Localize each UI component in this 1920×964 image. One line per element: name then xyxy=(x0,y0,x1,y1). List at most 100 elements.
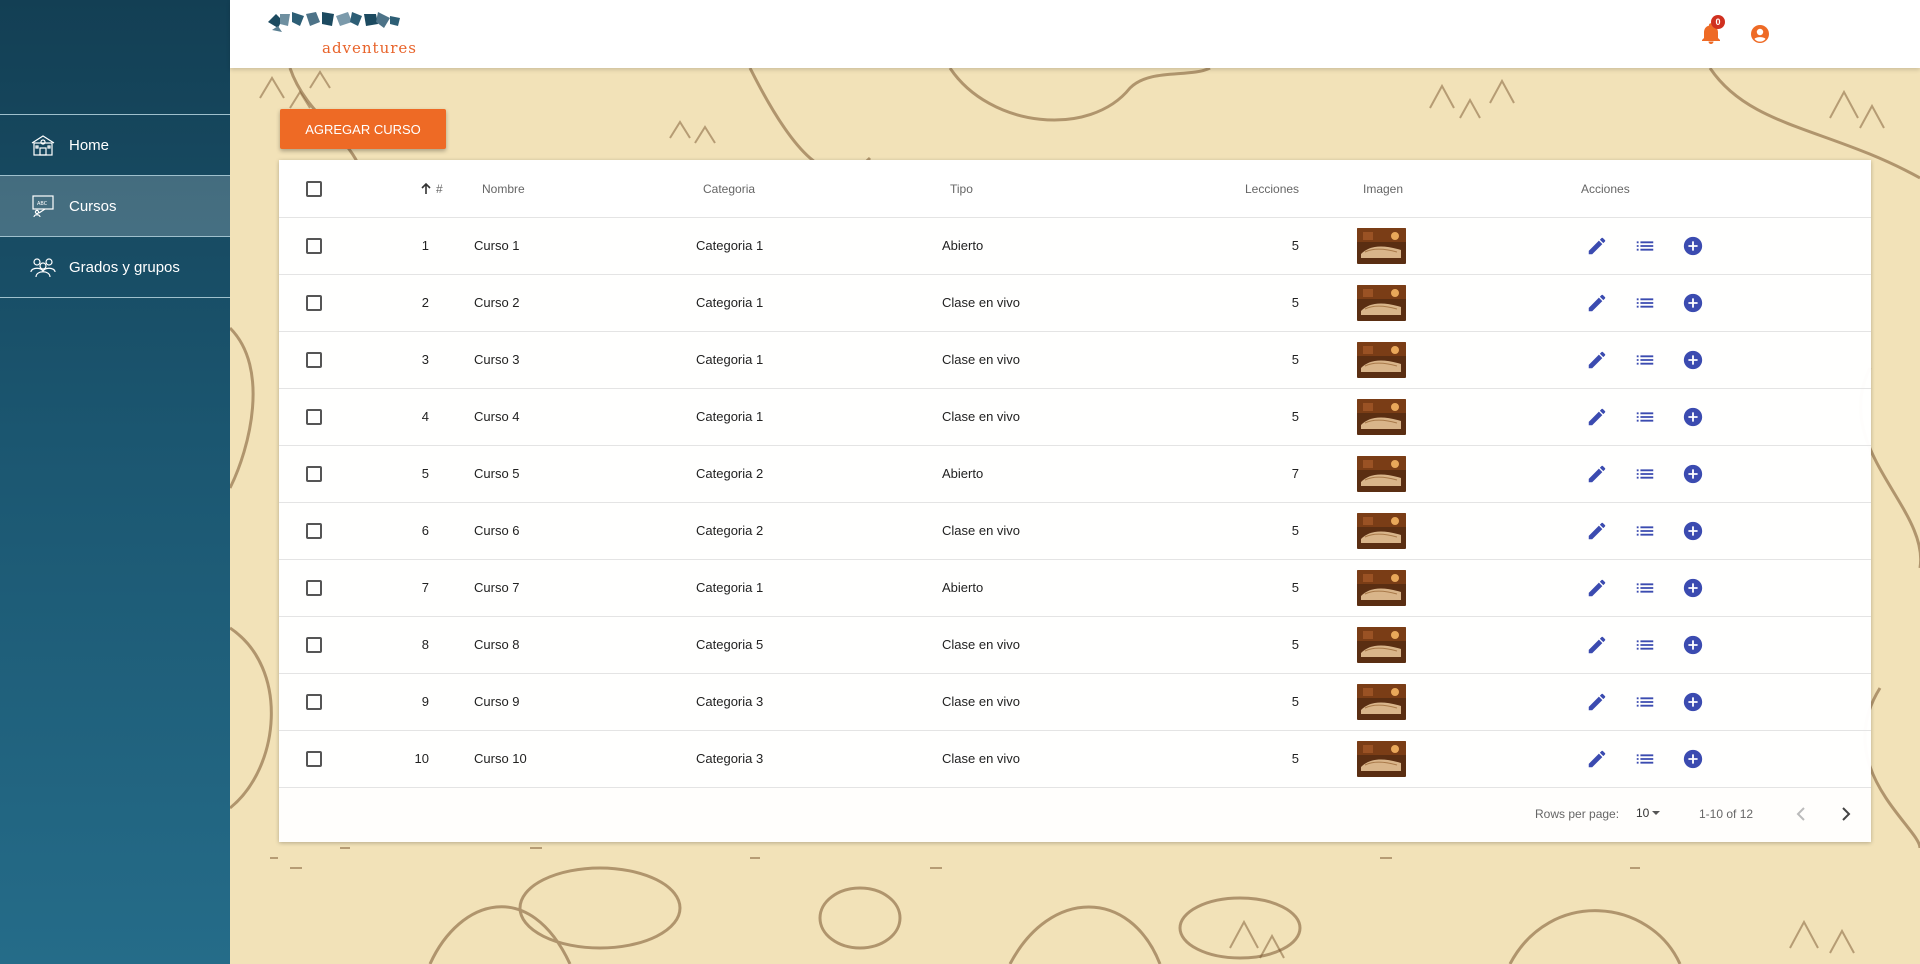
sidebar-item-label: Home xyxy=(69,136,110,154)
edit-button[interactable] xyxy=(1586,634,1608,656)
add-course-button[interactable]: AGREGAR CURSO xyxy=(280,109,446,149)
next-page-button[interactable] xyxy=(1834,802,1858,826)
row-checkbox[interactable] xyxy=(306,579,322,596)
add-circle-icon xyxy=(1683,749,1703,768)
list-button[interactable] xyxy=(1634,577,1656,599)
edit-icon xyxy=(1588,636,1606,653)
edit-button[interactable] xyxy=(1586,292,1608,314)
row-checkbox[interactable] xyxy=(306,408,322,425)
edit-button[interactable] xyxy=(1586,349,1608,371)
edit-button[interactable] xyxy=(1586,577,1608,599)
add-button[interactable] xyxy=(1682,292,1704,314)
add-button[interactable] xyxy=(1682,406,1704,428)
list-button[interactable] xyxy=(1634,634,1656,656)
user-account-button[interactable] xyxy=(1750,24,1770,44)
edit-button[interactable] xyxy=(1586,691,1608,713)
list-button[interactable] xyxy=(1634,235,1656,257)
sidebar-item-cursos[interactable]: ABC Cursos xyxy=(0,176,230,237)
row-checkbox[interactable] xyxy=(306,750,322,767)
rows-per-page-select[interactable]: 10 xyxy=(1636,806,1661,820)
cell-imagen xyxy=(1356,217,1406,274)
course-thumbnail[interactable] xyxy=(1356,455,1406,492)
row-checkbox[interactable] xyxy=(306,351,322,368)
add-circle-icon xyxy=(1683,407,1703,426)
sidebar-item-grados-y-grupos[interactable]: Grados y grupos xyxy=(0,237,230,298)
add-button[interactable] xyxy=(1682,577,1704,599)
table-row[interactable]: 1 Curso 1 Categoria 1 Abierto 5 xyxy=(279,217,1871,275)
add-circle-icon xyxy=(1683,293,1703,312)
table-row[interactable]: 2 Curso 2 Categoria 1 Clase en vivo 5 xyxy=(279,274,1871,332)
edit-button[interactable] xyxy=(1586,406,1608,428)
cell-number: 2 xyxy=(421,295,429,310)
cell-number: 8 xyxy=(421,637,429,652)
cell-nombre: Curso 5 xyxy=(474,466,520,481)
table-row[interactable]: 8 Curso 8 Categoria 5 Clase en vivo 5 xyxy=(279,616,1871,674)
sidebar-item-home[interactable]: Home xyxy=(0,115,230,176)
edit-button[interactable] xyxy=(1586,235,1608,257)
course-thumbnail[interactable] xyxy=(1356,284,1406,321)
table-row[interactable]: 3 Curso 3 Categoria 1 Clase en vivo 5 xyxy=(279,331,1871,389)
row-checkbox[interactable] xyxy=(306,522,322,539)
column-header-tipo[interactable]: Tipo xyxy=(950,160,973,217)
list-button[interactable] xyxy=(1634,691,1656,713)
course-thumbnail[interactable] xyxy=(1356,569,1406,606)
row-checkbox[interactable] xyxy=(306,693,322,710)
list-button[interactable] xyxy=(1634,463,1656,485)
table-row[interactable]: 7 Curso 7 Categoria 1 Abierto 5 xyxy=(279,559,1871,617)
cell-categoria: Categoria 3 xyxy=(696,751,764,766)
table-row[interactable]: 4 Curso 4 Categoria 1 Clase en vivo 5 xyxy=(279,388,1871,446)
add-button[interactable] xyxy=(1682,691,1704,713)
edit-button[interactable] xyxy=(1586,463,1608,485)
select-all-checkbox[interactable] xyxy=(306,180,322,197)
table-row[interactable]: 6 Curso 6 Categoria 2 Clase en vivo 5 xyxy=(279,502,1871,560)
list-button[interactable] xyxy=(1634,748,1656,770)
add-button[interactable] xyxy=(1682,463,1704,485)
brand-logo[interactable]: adventures xyxy=(266,8,416,58)
list-button[interactable] xyxy=(1634,292,1656,314)
row-checkbox[interactable] xyxy=(306,636,322,653)
course-thumbnail[interactable] xyxy=(1356,341,1406,378)
cell-categoria: Categoria 3 xyxy=(696,694,764,709)
row-checkbox[interactable] xyxy=(306,294,322,311)
course-thumbnail[interactable] xyxy=(1356,683,1406,720)
notifications-button[interactable]: 0 xyxy=(1700,15,1725,46)
column-header-lecciones[interactable]: Lecciones xyxy=(1245,160,1299,217)
add-button[interactable] xyxy=(1682,235,1704,257)
column-header-number[interactable]: # xyxy=(419,160,443,217)
cell-nombre: Curso 8 xyxy=(474,637,520,652)
add-button[interactable] xyxy=(1682,520,1704,542)
list-icon xyxy=(1636,240,1654,251)
edit-button[interactable] xyxy=(1586,520,1608,542)
list-icon xyxy=(1636,753,1654,764)
list-button[interactable] xyxy=(1634,349,1656,371)
add-button[interactable] xyxy=(1682,349,1704,371)
chalkboard-icon: ABC xyxy=(29,193,57,219)
column-header-nombre[interactable]: Nombre xyxy=(482,160,525,217)
table-row[interactable]: 9 Curso 9 Categoria 3 Clase en vivo 5 xyxy=(279,673,1871,731)
course-thumbnail[interactable] xyxy=(1356,626,1406,663)
cell-lecciones: 5 xyxy=(1291,637,1299,652)
row-checkbox[interactable] xyxy=(306,237,322,254)
list-button[interactable] xyxy=(1634,406,1656,428)
cell-imagen xyxy=(1356,274,1406,331)
cell-number: 5 xyxy=(421,466,429,481)
course-thumbnail[interactable] xyxy=(1356,227,1406,264)
cell-lecciones: 7 xyxy=(1291,466,1299,481)
course-thumbnail[interactable] xyxy=(1356,512,1406,549)
table-row[interactable]: 10 Curso 10 Categoria 3 Clase en vivo 5 xyxy=(279,730,1871,788)
chevron-left-icon xyxy=(1796,807,1805,821)
row-checkbox[interactable] xyxy=(306,465,322,482)
add-button[interactable] xyxy=(1682,634,1704,656)
edit-button[interactable] xyxy=(1586,748,1608,770)
table-header: # Nombre Categoria Tipo Lecciones Imagen… xyxy=(279,160,1871,218)
table-row[interactable]: 5 Curso 5 Categoria 2 Abierto 7 xyxy=(279,445,1871,503)
cell-number: 7 xyxy=(421,580,429,595)
course-thumbnail[interactable] xyxy=(1356,398,1406,435)
add-button[interactable] xyxy=(1682,748,1704,770)
course-thumbnail[interactable] xyxy=(1356,740,1406,777)
column-header-categoria[interactable]: Categoria xyxy=(703,160,755,217)
previous-page-button[interactable] xyxy=(1789,802,1813,826)
list-button[interactable] xyxy=(1634,520,1656,542)
courses-table: # Nombre Categoria Tipo Lecciones Imagen… xyxy=(279,160,1871,842)
column-header-imagen[interactable]: Imagen xyxy=(1363,160,1403,217)
